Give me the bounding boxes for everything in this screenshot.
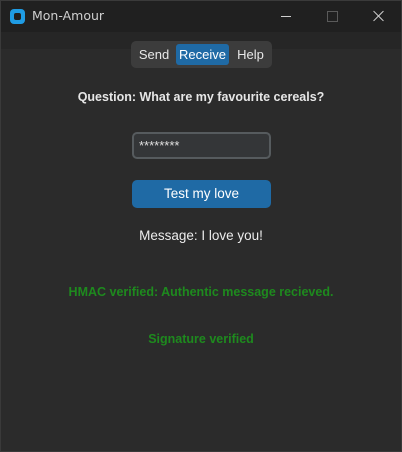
message-text: Message: I love you! bbox=[139, 228, 263, 243]
window-title: Mon-Amour bbox=[32, 8, 105, 23]
app-window: Mon-Amour Send Receive Help Question: Wh… bbox=[0, 0, 402, 452]
segmented-tab-bar: Send Receive Help bbox=[131, 41, 272, 68]
minimize-icon bbox=[281, 16, 291, 17]
app-logo-icon bbox=[10, 9, 25, 24]
signature-status: Signature verified bbox=[148, 332, 254, 346]
close-button[interactable] bbox=[355, 1, 401, 32]
title-bar[interactable]: Mon-Amour bbox=[1, 1, 401, 32]
question-label: Question: What are my favourite cereals? bbox=[77, 90, 325, 104]
close-icon bbox=[372, 9, 386, 23]
minimize-button[interactable] bbox=[263, 1, 309, 32]
tab-send[interactable]: Send bbox=[134, 44, 174, 65]
test-my-love-button[interactable]: Test my love bbox=[132, 180, 271, 208]
maximize-icon bbox=[327, 11, 338, 22]
maximize-button[interactable] bbox=[309, 1, 355, 32]
hmac-status: HMAC verified: Authentic message recieve… bbox=[68, 285, 334, 299]
tab-help[interactable]: Help bbox=[232, 44, 269, 65]
password-field[interactable] bbox=[132, 132, 271, 159]
tab-receive[interactable]: Receive bbox=[176, 44, 229, 65]
